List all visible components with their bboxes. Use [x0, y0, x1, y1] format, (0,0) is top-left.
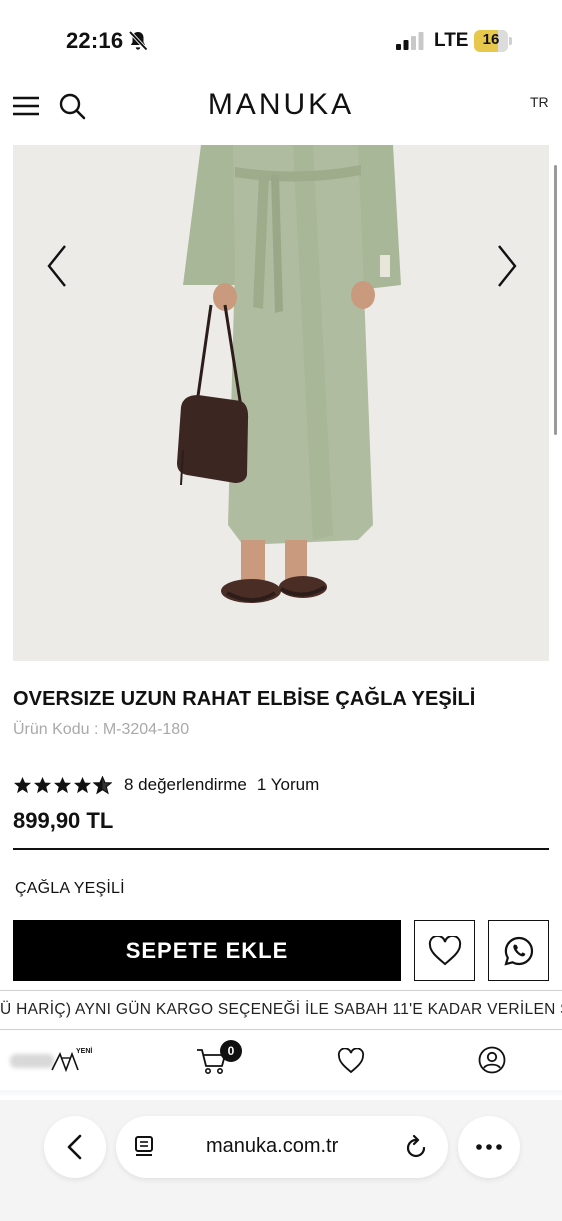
half-star-icon — [93, 775, 112, 794]
browser-toolbar: manuka.com.tr — [0, 1100, 562, 1221]
add-to-cart-button[interactable]: SEPETE EKLE — [13, 920, 401, 981]
language-switch[interactable]: TR — [530, 94, 549, 110]
divider — [13, 848, 549, 850]
browser-back-button[interactable] — [44, 1116, 106, 1178]
rating-stars — [13, 775, 112, 795]
battery-icon: 16 — [474, 30, 512, 52]
bell-muted-icon — [128, 30, 148, 51]
favorite-button[interactable] — [414, 920, 475, 981]
product-code: Ürün Kodu : M-3204-180 — [13, 721, 190, 738]
brand-logo[interactable]: MANUKA — [0, 88, 562, 122]
status-bar: 22:16 LTE 16 — [0, 0, 562, 80]
scrollbar[interactable] — [554, 165, 557, 435]
product-title: OVERSIZE UZUN RAHAT ELBİSE ÇAĞLA YEŞİLİ — [13, 688, 476, 710]
cart-count-badge: 0 — [220, 1040, 242, 1062]
whatsapp-icon — [503, 936, 533, 966]
browser-more-button[interactable] — [458, 1116, 520, 1178]
next-image-arrow-icon[interactable] — [491, 240, 521, 292]
product-photo — [13, 145, 549, 661]
bottom-navigation: YENİ 0 — [0, 1034, 562, 1094]
heart-icon — [428, 935, 461, 965]
product-rating: 8 değerlendirme 1 Yorum — [13, 772, 319, 798]
reader-tabs-icon[interactable] — [134, 1135, 156, 1159]
announcement-text: Ü HARİÇ) AYNI GÜN KARGO SEÇENEĞİ İLE SAB… — [0, 1001, 562, 1018]
chevron-left-icon — [67, 1134, 82, 1160]
star-icon — [33, 776, 52, 793]
favorites-heart-icon[interactable] — [337, 1048, 365, 1074]
more-dots-icon — [476, 1144, 502, 1150]
star-icon — [13, 776, 32, 793]
reload-icon[interactable] — [404, 1134, 428, 1160]
network-label: LTE — [434, 30, 469, 51]
color-name: ÇAĞLA YEŞİLİ — [15, 880, 125, 897]
product-image[interactable] — [13, 145, 549, 661]
nav-shadow — [0, 1090, 562, 1096]
review-count-link[interactable]: 1 Yorum — [257, 775, 319, 795]
site-header: MANUKA TR — [0, 80, 562, 142]
new-label: YENİ — [76, 1048, 93, 1055]
url-text: manuka.com.tr — [206, 1135, 339, 1157]
battery-level: 16 — [482, 31, 500, 48]
signal-icon — [396, 32, 424, 50]
browser-address-bar[interactable]: manuka.com.tr — [116, 1116, 448, 1178]
status-time: 22:16 — [66, 28, 124, 53]
star-icon — [53, 776, 72, 793]
rating-count-link[interactable]: 8 değerlendirme — [124, 775, 247, 795]
account-icon[interactable] — [478, 1046, 506, 1074]
whatsapp-button[interactable] — [488, 920, 549, 981]
star-icon — [73, 776, 92, 793]
product-price: 899,90 TL — [13, 808, 114, 833]
announcement-marquee: Ü HARİÇ) AYNI GÜN KARGO SEÇENEĞİ İLE SAB… — [0, 990, 562, 1030]
previous-image-arrow-icon[interactable] — [43, 240, 73, 292]
